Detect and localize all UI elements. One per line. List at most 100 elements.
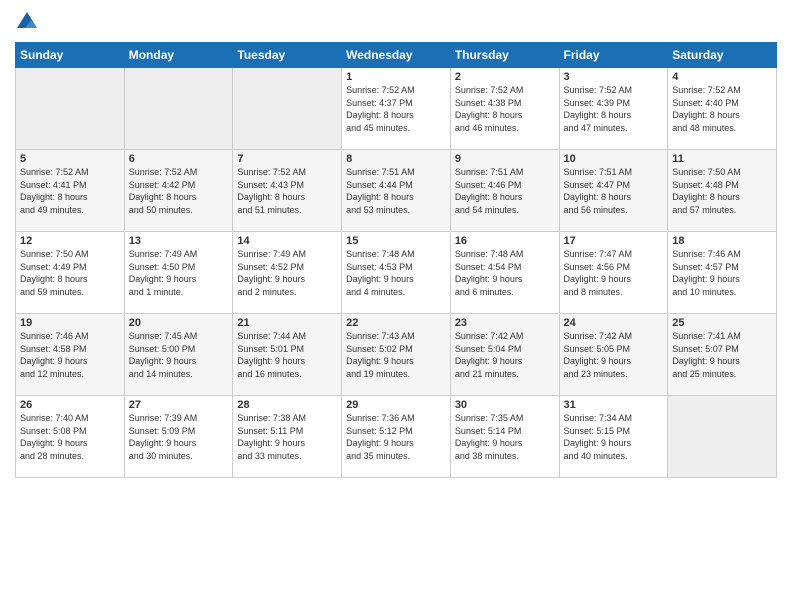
day-number: 28 — [237, 399, 337, 411]
cell-content: Sunrise: 7:34 AM Sunset: 5:15 PM Dayligh… — [564, 412, 664, 462]
cell-content: Sunrise: 7:51 AM Sunset: 4:46 PM Dayligh… — [455, 166, 555, 216]
day-number: 23 — [455, 317, 555, 329]
calendar-cell: 28Sunrise: 7:38 AM Sunset: 5:11 PM Dayli… — [233, 396, 342, 478]
calendar-cell: 31Sunrise: 7:34 AM Sunset: 5:15 PM Dayli… — [559, 396, 668, 478]
day-number: 21 — [237, 317, 337, 329]
week-row-1: 1Sunrise: 7:52 AM Sunset: 4:37 PM Daylig… — [16, 68, 777, 150]
calendar-cell — [668, 396, 777, 478]
calendar-cell: 20Sunrise: 7:45 AM Sunset: 5:00 PM Dayli… — [124, 314, 233, 396]
cell-content: Sunrise: 7:44 AM Sunset: 5:01 PM Dayligh… — [237, 330, 337, 380]
day-number: 12 — [20, 235, 120, 247]
cell-content: Sunrise: 7:52 AM Sunset: 4:43 PM Dayligh… — [237, 166, 337, 216]
cell-content: Sunrise: 7:35 AM Sunset: 5:14 PM Dayligh… — [455, 412, 555, 462]
header — [15, 10, 777, 34]
calendar-cell — [124, 68, 233, 150]
week-row-3: 12Sunrise: 7:50 AM Sunset: 4:49 PM Dayli… — [16, 232, 777, 314]
header-saturday: Saturday — [668, 43, 777, 68]
cell-content: Sunrise: 7:51 AM Sunset: 4:44 PM Dayligh… — [346, 166, 446, 216]
week-row-2: 5Sunrise: 7:52 AM Sunset: 4:41 PM Daylig… — [16, 150, 777, 232]
calendar-cell: 23Sunrise: 7:42 AM Sunset: 5:04 PM Dayli… — [450, 314, 559, 396]
calendar-cell: 17Sunrise: 7:47 AM Sunset: 4:56 PM Dayli… — [559, 232, 668, 314]
cell-content: Sunrise: 7:42 AM Sunset: 5:05 PM Dayligh… — [564, 330, 664, 380]
day-number: 22 — [346, 317, 446, 329]
day-number: 9 — [455, 153, 555, 165]
cell-content: Sunrise: 7:46 AM Sunset: 4:57 PM Dayligh… — [672, 248, 772, 298]
day-number: 16 — [455, 235, 555, 247]
calendar-cell: 16Sunrise: 7:48 AM Sunset: 4:54 PM Dayli… — [450, 232, 559, 314]
cell-content: Sunrise: 7:49 AM Sunset: 4:50 PM Dayligh… — [129, 248, 229, 298]
cell-content: Sunrise: 7:52 AM Sunset: 4:38 PM Dayligh… — [455, 84, 555, 134]
day-number: 25 — [672, 317, 772, 329]
day-number: 27 — [129, 399, 229, 411]
calendar-cell: 25Sunrise: 7:41 AM Sunset: 5:07 PM Dayli… — [668, 314, 777, 396]
calendar-cell: 15Sunrise: 7:48 AM Sunset: 4:53 PM Dayli… — [342, 232, 451, 314]
logo-icon — [15, 10, 39, 34]
cell-content: Sunrise: 7:39 AM Sunset: 5:09 PM Dayligh… — [129, 412, 229, 462]
day-number: 17 — [564, 235, 664, 247]
header-monday: Monday — [124, 43, 233, 68]
calendar-cell: 14Sunrise: 7:49 AM Sunset: 4:52 PM Dayli… — [233, 232, 342, 314]
header-tuesday: Tuesday — [233, 43, 342, 68]
day-number: 8 — [346, 153, 446, 165]
day-number: 6 — [129, 153, 229, 165]
calendar-cell — [16, 68, 125, 150]
day-number: 5 — [20, 153, 120, 165]
cell-content: Sunrise: 7:50 AM Sunset: 4:49 PM Dayligh… — [20, 248, 120, 298]
day-number: 15 — [346, 235, 446, 247]
day-number: 3 — [564, 71, 664, 83]
cell-content: Sunrise: 7:38 AM Sunset: 5:11 PM Dayligh… — [237, 412, 337, 462]
day-number: 19 — [20, 317, 120, 329]
cell-content: Sunrise: 7:47 AM Sunset: 4:56 PM Dayligh… — [564, 248, 664, 298]
cell-content: Sunrise: 7:50 AM Sunset: 4:48 PM Dayligh… — [672, 166, 772, 216]
cell-content: Sunrise: 7:49 AM Sunset: 4:52 PM Dayligh… — [237, 248, 337, 298]
day-number: 18 — [672, 235, 772, 247]
day-number: 31 — [564, 399, 664, 411]
cell-content: Sunrise: 7:43 AM Sunset: 5:02 PM Dayligh… — [346, 330, 446, 380]
calendar-cell: 8Sunrise: 7:51 AM Sunset: 4:44 PM Daylig… — [342, 150, 451, 232]
calendar-cell: 7Sunrise: 7:52 AM Sunset: 4:43 PM Daylig… — [233, 150, 342, 232]
calendar-cell: 11Sunrise: 7:50 AM Sunset: 4:48 PM Dayli… — [668, 150, 777, 232]
cell-content: Sunrise: 7:52 AM Sunset: 4:39 PM Dayligh… — [564, 84, 664, 134]
header-sunday: Sunday — [16, 43, 125, 68]
day-number: 4 — [672, 71, 772, 83]
calendar-cell: 1Sunrise: 7:52 AM Sunset: 4:37 PM Daylig… — [342, 68, 451, 150]
calendar-cell: 9Sunrise: 7:51 AM Sunset: 4:46 PM Daylig… — [450, 150, 559, 232]
cell-content: Sunrise: 7:48 AM Sunset: 4:53 PM Dayligh… — [346, 248, 446, 298]
day-number: 11 — [672, 153, 772, 165]
calendar-cell: 21Sunrise: 7:44 AM Sunset: 5:01 PM Dayli… — [233, 314, 342, 396]
calendar-cell: 3Sunrise: 7:52 AM Sunset: 4:39 PM Daylig… — [559, 68, 668, 150]
day-number: 7 — [237, 153, 337, 165]
header-wednesday: Wednesday — [342, 43, 451, 68]
calendar-cell: 5Sunrise: 7:52 AM Sunset: 4:41 PM Daylig… — [16, 150, 125, 232]
cell-content: Sunrise: 7:42 AM Sunset: 5:04 PM Dayligh… — [455, 330, 555, 380]
cell-content: Sunrise: 7:51 AM Sunset: 4:47 PM Dayligh… — [564, 166, 664, 216]
cell-content: Sunrise: 7:41 AM Sunset: 5:07 PM Dayligh… — [672, 330, 772, 380]
logo — [15, 10, 43, 34]
cell-content: Sunrise: 7:52 AM Sunset: 4:42 PM Dayligh… — [129, 166, 229, 216]
cell-content: Sunrise: 7:36 AM Sunset: 5:12 PM Dayligh… — [346, 412, 446, 462]
day-number: 29 — [346, 399, 446, 411]
calendar-cell: 19Sunrise: 7:46 AM Sunset: 4:58 PM Dayli… — [16, 314, 125, 396]
calendar-cell: 2Sunrise: 7:52 AM Sunset: 4:38 PM Daylig… — [450, 68, 559, 150]
cell-content: Sunrise: 7:52 AM Sunset: 4:40 PM Dayligh… — [672, 84, 772, 134]
calendar-cell: 18Sunrise: 7:46 AM Sunset: 4:57 PM Dayli… — [668, 232, 777, 314]
calendar-cell: 13Sunrise: 7:49 AM Sunset: 4:50 PM Dayli… — [124, 232, 233, 314]
cell-content: Sunrise: 7:46 AM Sunset: 4:58 PM Dayligh… — [20, 330, 120, 380]
page-container: SundayMondayTuesdayWednesdayThursdayFrid… — [0, 0, 792, 488]
day-number: 20 — [129, 317, 229, 329]
calendar-cell: 24Sunrise: 7:42 AM Sunset: 5:05 PM Dayli… — [559, 314, 668, 396]
day-number: 30 — [455, 399, 555, 411]
calendar-cell: 30Sunrise: 7:35 AM Sunset: 5:14 PM Dayli… — [450, 396, 559, 478]
day-number: 2 — [455, 71, 555, 83]
week-row-4: 19Sunrise: 7:46 AM Sunset: 4:58 PM Dayli… — [16, 314, 777, 396]
day-number: 14 — [237, 235, 337, 247]
calendar-cell: 26Sunrise: 7:40 AM Sunset: 5:08 PM Dayli… — [16, 396, 125, 478]
day-number: 24 — [564, 317, 664, 329]
day-number: 26 — [20, 399, 120, 411]
calendar-cell — [233, 68, 342, 150]
day-number: 1 — [346, 71, 446, 83]
calendar-cell: 10Sunrise: 7:51 AM Sunset: 4:47 PM Dayli… — [559, 150, 668, 232]
calendar-cell: 29Sunrise: 7:36 AM Sunset: 5:12 PM Dayli… — [342, 396, 451, 478]
cell-content: Sunrise: 7:40 AM Sunset: 5:08 PM Dayligh… — [20, 412, 120, 462]
cell-content: Sunrise: 7:45 AM Sunset: 5:00 PM Dayligh… — [129, 330, 229, 380]
